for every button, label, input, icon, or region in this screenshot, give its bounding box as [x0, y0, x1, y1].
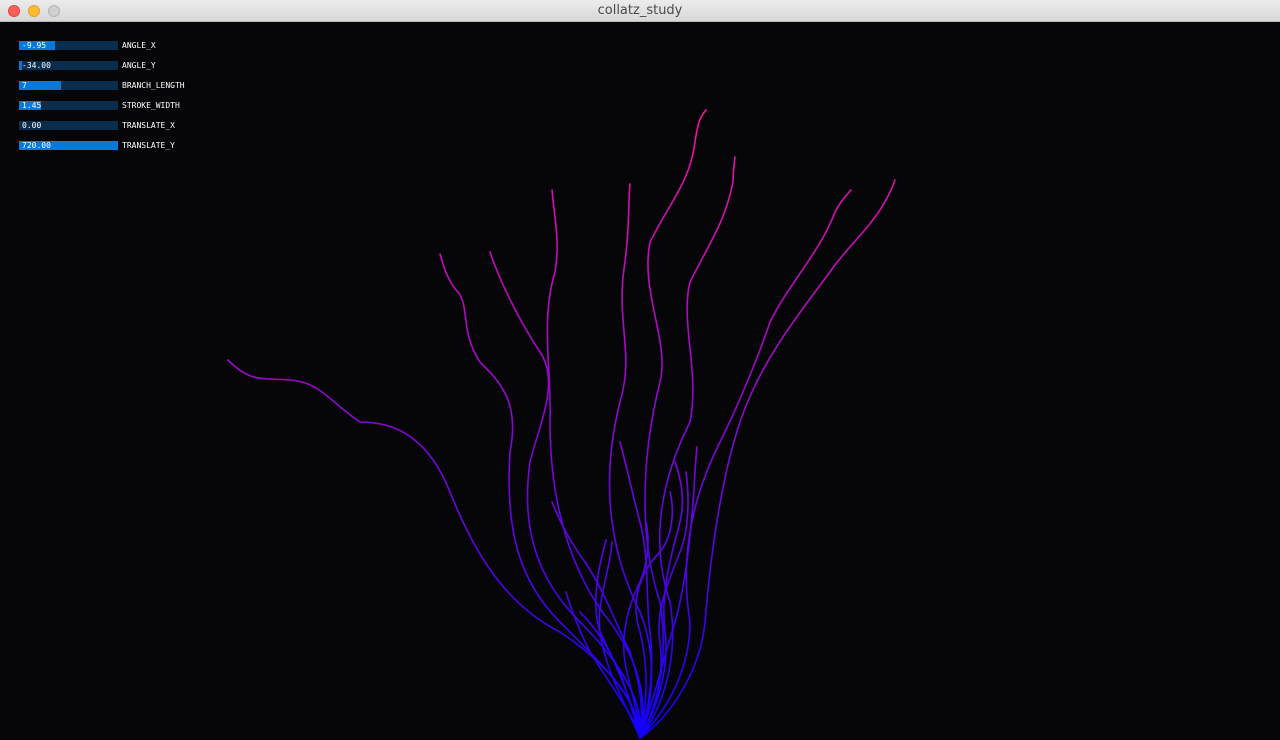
tree-branch — [639, 179, 896, 739]
tree-branch — [227, 359, 641, 739]
stroke-width-value: 1.45 — [22, 101, 42, 110]
window-titlebar: collatz_study — [0, 0, 1280, 22]
branch-length-label: BRANCH_LENGTH — [122, 81, 185, 90]
translate-x-control: 0.00 TRANSLATE_X — [19, 121, 239, 131]
angle-y-value: -34.00 — [22, 61, 51, 70]
sketch-canvas[interactable]: -9.95 ANGLE_X -34.00 ANGLE_Y 7 BRANCH_LE… — [0, 22, 1280, 740]
window-title: collatz_study — [597, 3, 683, 18]
branch-length-value: 7 — [22, 81, 27, 90]
angle-x-slider[interactable]: -9.95 — [19, 41, 118, 50]
stroke-width-slider[interactable]: 1.45 — [19, 101, 118, 110]
angle-x-control: -9.95 ANGLE_X — [19, 41, 239, 51]
branch-length-slider[interactable]: 7 — [19, 81, 118, 90]
tree-branch — [546, 189, 644, 739]
translate-x-slider[interactable]: 0.00 — [19, 121, 118, 130]
stroke-width-label: STROKE_WIDTH — [122, 101, 180, 110]
translate-x-value: 0.00 — [22, 121, 42, 130]
translate-y-label: TRANSLATE_Y — [122, 141, 175, 150]
branch-length-control: 7 BRANCH_LENGTH — [19, 81, 239, 91]
angle-y-label: ANGLE_Y — [122, 61, 156, 70]
translate-x-label: TRANSLATE_X — [122, 121, 175, 130]
angle-x-value: -9.95 — [22, 41, 47, 50]
translate-y-slider[interactable]: 720.00 — [19, 141, 118, 150]
angle-x-label: ANGLE_X — [122, 41, 156, 50]
angle-y-control: -34.00 ANGLE_Y — [19, 61, 239, 71]
translate-y-control: 720.00 TRANSLATE_Y — [19, 141, 239, 151]
translate-y-value: 720.00 — [22, 141, 51, 150]
stroke-width-control: 1.45 STROKE_WIDTH — [19, 101, 239, 111]
angle-y-slider[interactable]: -34.00 — [19, 61, 118, 70]
tree-branch — [489, 251, 642, 739]
